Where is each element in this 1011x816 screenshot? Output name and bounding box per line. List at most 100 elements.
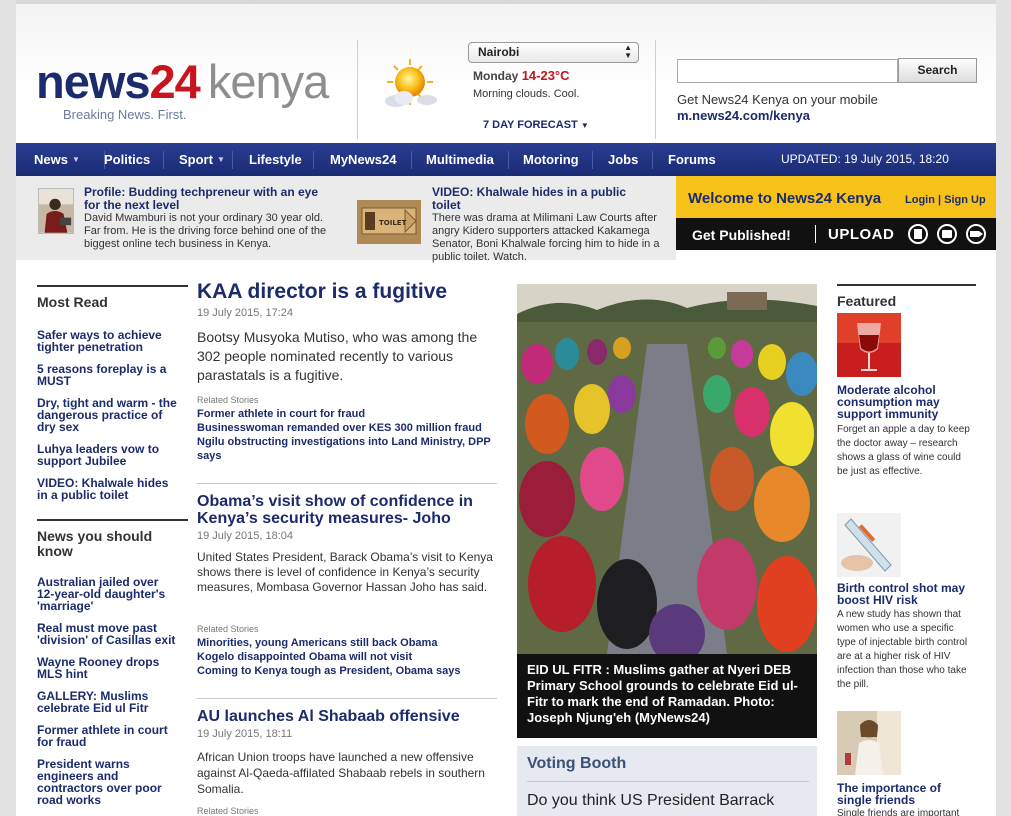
updated-timestamp: UPDATED: 19 July 2015, 18:20 bbox=[781, 152, 949, 166]
nav-motoring[interactable]: Motoring bbox=[523, 152, 579, 167]
weather-day: Monday bbox=[473, 69, 519, 83]
teaser-title[interactable]: Profile: Budding techpreneur with an eye… bbox=[84, 186, 329, 212]
most-read-item[interactable]: Luhya leaders vow to support Jubilee bbox=[37, 443, 177, 467]
page: news24 kenya Breaking News. First. Nairo… bbox=[16, 0, 996, 816]
voting-booth-title: Voting Booth bbox=[527, 755, 627, 772]
should-know-item[interactable]: Real must move past 'division' of Casill… bbox=[37, 622, 177, 646]
nav-label: MyNews24 bbox=[330, 152, 397, 167]
seven-day-forecast-link[interactable]: 7 DAY FORECAST ▼ bbox=[483, 119, 589, 131]
should-know-item[interactable]: Wayne Rooney drops MLS hint bbox=[37, 656, 177, 680]
search-button[interactable]: Search bbox=[898, 58, 977, 83]
related-story-link[interactable]: Ngilu obstructing investigations into La… bbox=[197, 435, 497, 463]
featured-body: Single friends are important bbox=[837, 808, 960, 816]
city-select[interactable]: Nairobi ▲ ▼ bbox=[468, 42, 639, 63]
related-story-link[interactable]: Minorities, young Americans still back O… bbox=[197, 636, 497, 650]
teaser-strip: Profile: Budding techpreneur with an eye… bbox=[16, 176, 676, 263]
teaser-body: David Mwamburi is not your ordinary 30 y… bbox=[84, 212, 327, 250]
featured-heading: Featured bbox=[837, 284, 976, 309]
nav-mynews24[interactable]: MyNews24 bbox=[330, 152, 396, 167]
nav-label: Politics bbox=[104, 152, 151, 167]
teaser-body: There was drama at Milimani Law Courts a… bbox=[432, 212, 660, 263]
login-signup-link[interactable]: Login | Sign Up bbox=[905, 194, 986, 206]
nav-lifestyle[interactable]: Lifestyle bbox=[249, 152, 302, 167]
svg-text:TOILET: TOILET bbox=[379, 219, 407, 227]
article-date: 19 July 2015, 18:04 bbox=[197, 530, 294, 542]
mobile-promo-text: Get News24 Kenya on your mobile bbox=[677, 92, 878, 107]
should-know-item[interactable]: Former athlete in court for fraud bbox=[37, 724, 177, 748]
most-read-item[interactable]: 5 reasons foreplay is a MUST bbox=[37, 363, 177, 387]
related-story-link[interactable]: Coming to Kenya tough as President, Obam… bbox=[197, 664, 497, 678]
article-divider bbox=[197, 483, 497, 484]
nav-forums[interactable]: Forums bbox=[668, 152, 716, 167]
forecast-label: 7 DAY FORECAST bbox=[483, 119, 578, 131]
welcome-title: Welcome to News24 Kenya bbox=[688, 190, 882, 207]
teaser-title[interactable]: VIDEO: Khalwale hides in a public toilet bbox=[432, 186, 657, 212]
single-woman-image[interactable] bbox=[837, 711, 901, 775]
mobile-site-link[interactable]: m.news24.com/kenya bbox=[677, 108, 810, 123]
logo-kenya-text: kenya bbox=[207, 55, 329, 108]
publish-divider bbox=[815, 225, 816, 243]
welcome-panel: Welcome to News24 Kenya Login | Sign Up bbox=[676, 176, 996, 218]
should-know-item[interactable]: GALLERY: Muslims celebrate Eid ul Fitr bbox=[37, 690, 177, 714]
article-headline[interactable]: KAA director is a fugitive bbox=[197, 280, 447, 304]
most-read-item[interactable]: Dry, tight and warm - the dangerous prac… bbox=[37, 397, 177, 433]
get-published-label: Get Published! bbox=[692, 227, 791, 243]
article-date: 19 July 2015, 17:24 bbox=[197, 307, 294, 319]
most-read-item[interactable]: VIDEO: Khalwale hides in a public toilet bbox=[37, 477, 177, 501]
article-summary: Bootsy Musyoka Mutiso, who was among the… bbox=[197, 329, 478, 383]
most-read-item[interactable]: Safer ways to achieve tighter penetratio… bbox=[37, 329, 177, 353]
document-upload-icon[interactable] bbox=[908, 224, 928, 244]
nav-label: Sport bbox=[179, 152, 213, 167]
article-headline[interactable]: AU launches Al Shabaab offensive bbox=[197, 708, 460, 726]
weather-condition: Morning clouds. Cool. bbox=[473, 88, 580, 100]
nav-separator bbox=[163, 151, 164, 169]
syringe-image[interactable] bbox=[837, 513, 901, 577]
chevron-down-icon: ▼ bbox=[580, 121, 589, 130]
news24-kenya-logo[interactable]: news24 kenya bbox=[36, 55, 329, 108]
nav-separator bbox=[592, 151, 593, 169]
weather-day-temp: Monday 14-23°C bbox=[473, 68, 570, 83]
nav-sport[interactable]: Sport ▼ bbox=[179, 152, 225, 167]
upload-link[interactable]: UPLOAD bbox=[828, 226, 894, 243]
nav-label: Lifestyle bbox=[249, 152, 302, 167]
eid-gallery-photo[interactable] bbox=[517, 284, 817, 654]
nav-separator bbox=[313, 151, 314, 169]
nav-news[interactable]: News ▼ bbox=[34, 152, 80, 167]
nav-multimedia[interactable]: Multimedia bbox=[426, 152, 494, 167]
nav-label: Multimedia bbox=[426, 152, 494, 167]
nav-separator bbox=[508, 151, 509, 169]
article-summary: United States President, Barack Obama’s … bbox=[197, 550, 493, 594]
article-headline[interactable]: Obama’s visit show of confidence in Keny… bbox=[197, 493, 497, 527]
should-know-item[interactable]: Australian jailed over 12-year-old daugh… bbox=[37, 576, 177, 612]
featured-title[interactable]: Birth control shot may boost HIV risk bbox=[837, 582, 977, 606]
related-story-link[interactable]: Kogelo disappointed Obama will not visit bbox=[197, 650, 497, 664]
city-select-value: Nairobi bbox=[478, 45, 520, 59]
nav-politics[interactable]: Politics bbox=[104, 152, 150, 167]
header-divider-2 bbox=[655, 40, 656, 139]
wine-glass-image[interactable] bbox=[837, 313, 901, 377]
featured-title[interactable]: Moderate alcohol consumption may support… bbox=[837, 384, 977, 420]
photo-upload-icon[interactable] bbox=[937, 224, 957, 244]
main-nav: News ▼ Politics Sport ▼ Lifestyle MyNews24… bbox=[16, 143, 996, 176]
video-upload-icon[interactable] bbox=[966, 224, 986, 244]
photo-caption: EID UL FITR : Muslims gather at Nyeri DE… bbox=[517, 654, 817, 738]
nav-label: News bbox=[34, 152, 68, 167]
toilet-teaser-thumbnail[interactable]: TOILET bbox=[357, 200, 421, 244]
nav-jobs[interactable]: Jobs bbox=[608, 152, 638, 167]
article-date: 19 July 2015, 18:11 bbox=[197, 728, 293, 740]
search-input[interactable] bbox=[677, 59, 898, 83]
article-divider bbox=[197, 698, 497, 699]
featured-title[interactable]: The importance of single friends bbox=[837, 782, 977, 806]
related-stories-label: Related Stories bbox=[197, 806, 259, 816]
related-story-link[interactable]: Former athlete in court for fraud bbox=[197, 407, 497, 421]
should-know-item[interactable]: President warns engineers and contractor… bbox=[37, 758, 177, 806]
logo-news-text: news bbox=[36, 55, 151, 108]
related-stories-label: Related Stories bbox=[197, 624, 259, 634]
related-story-link[interactable]: Businesswoman remanded over KES 300 mill… bbox=[197, 421, 497, 435]
profile-teaser-thumbnail[interactable] bbox=[38, 188, 74, 234]
nav-separator bbox=[232, 151, 233, 169]
nav-separator bbox=[411, 151, 412, 169]
news-you-should-know-heading: News you should know bbox=[37, 519, 188, 559]
publish-bar: Get Published! UPLOAD bbox=[676, 218, 996, 250]
select-arrows-icon: ▲ ▼ bbox=[624, 43, 632, 60]
